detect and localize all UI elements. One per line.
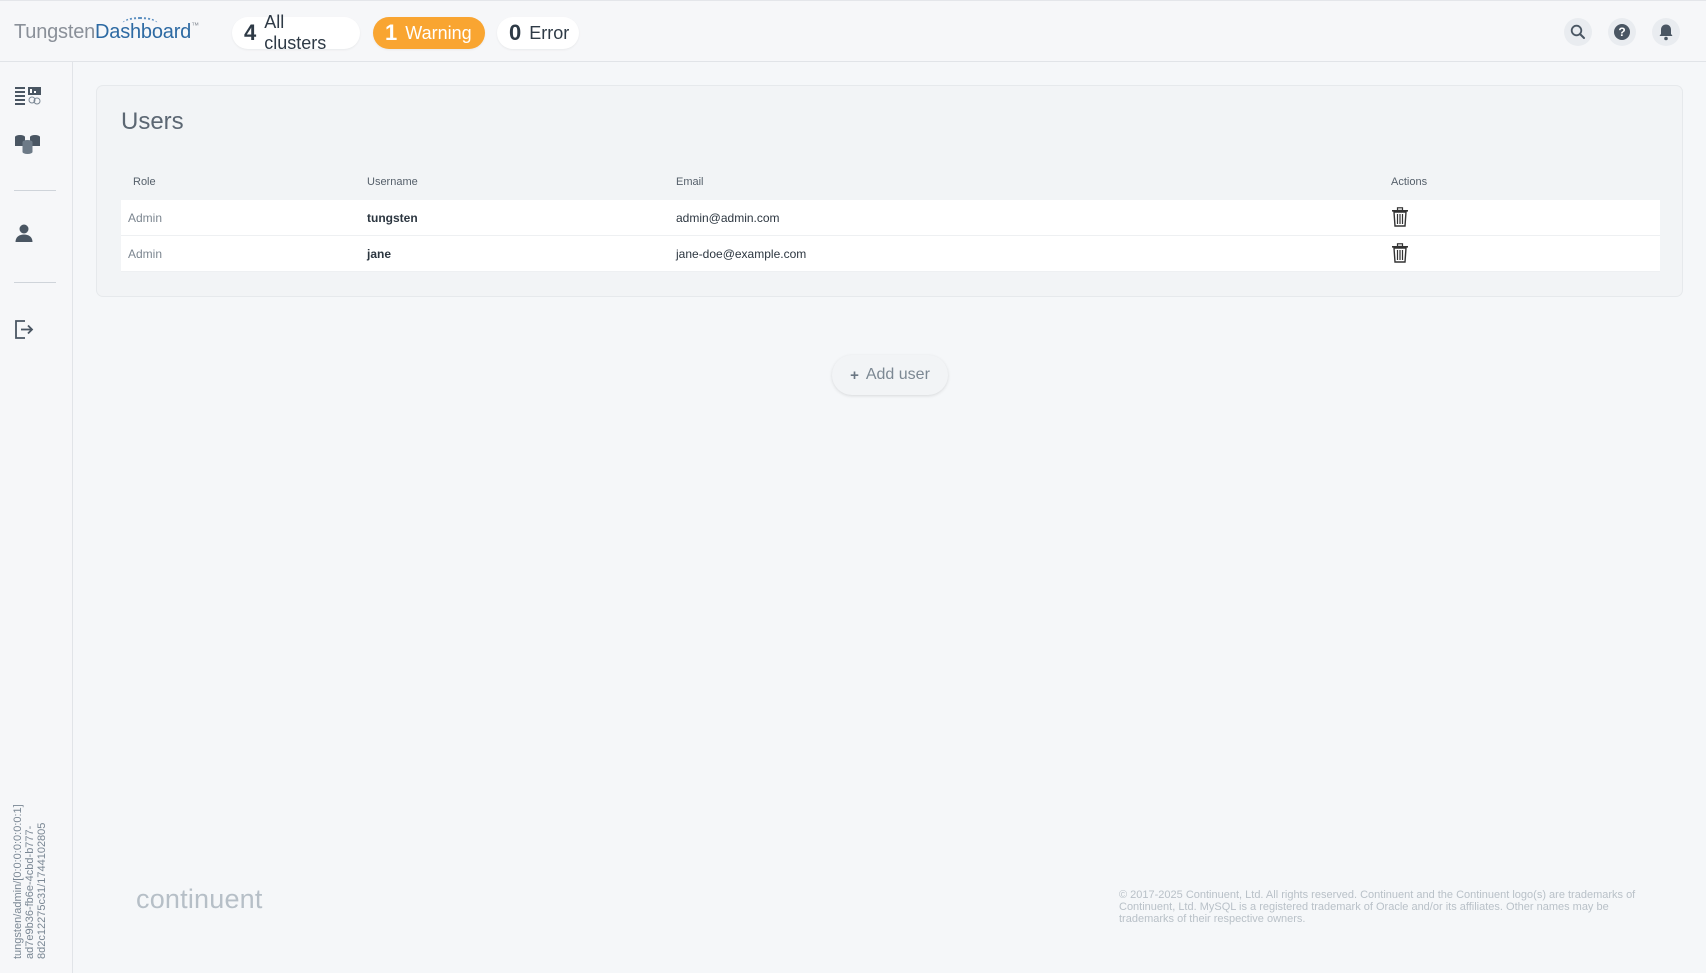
add-user-button[interactable]: + Add user bbox=[832, 355, 948, 395]
users-table: Role Username Email Actions Admin tungst… bbox=[121, 176, 1660, 272]
user-email: jane-doe@example.com bbox=[676, 247, 807, 261]
user-username: tungsten bbox=[367, 211, 418, 225]
top-header: TungstenDashboard™ 4 All clusters 1 Warn… bbox=[0, 0, 1706, 62]
users-card: Users Role Username Email Actions Admin … bbox=[97, 86, 1682, 296]
svg-text:?: ? bbox=[1618, 25, 1625, 39]
error-filter[interactable]: 0 Error bbox=[497, 17, 579, 49]
column-header-actions: Actions bbox=[1391, 176, 1428, 188]
clusters-icon bbox=[15, 135, 40, 154]
table-header: Role Username Email Actions bbox=[121, 176, 1660, 200]
warning-label: Warning bbox=[405, 22, 472, 43]
user-email: admin@admin.com bbox=[676, 211, 780, 225]
delete-user-trash-icon[interactable] bbox=[1391, 243, 1409, 263]
logo-text-tungsten: Tungsten bbox=[14, 21, 96, 43]
sidebar: tungsten/admin/[0:0:0:0:0:0:0:1] ad7e9b3… bbox=[0, 62, 73, 973]
sidebar-divider bbox=[14, 190, 56, 191]
dashboard-overview-icon bbox=[15, 87, 41, 105]
add-user-label: Add user bbox=[865, 366, 930, 383]
user-role: Admin bbox=[128, 211, 163, 225]
user-icon bbox=[15, 224, 33, 242]
copyright-text: © 2017-2025 Continuent, Ltd. All rights … bbox=[1119, 889, 1636, 925]
all-clusters-label: All clusters bbox=[264, 12, 327, 53]
help-button[interactable]: ? bbox=[1608, 18, 1636, 46]
logout-icon bbox=[15, 320, 34, 339]
table-row: Admin jane jane-doe@example.com bbox=[121, 236, 1660, 272]
search-button[interactable] bbox=[1564, 18, 1592, 46]
dashboard-overview-nav[interactable] bbox=[14, 84, 44, 114]
version-info: tungsten/admin/[0:0:0:0:0:0:0:1] ad7e9b3… bbox=[12, 804, 48, 959]
notifications-button[interactable] bbox=[1652, 18, 1680, 46]
sidebar-divider bbox=[14, 282, 56, 283]
error-count: 0 bbox=[509, 20, 522, 45]
help-icon: ? bbox=[1614, 24, 1630, 40]
column-header-email: Email bbox=[676, 176, 704, 188]
bell-icon bbox=[1659, 24, 1673, 41]
users-nav[interactable] bbox=[14, 222, 44, 252]
warning-filter[interactable]: 1 Warning bbox=[373, 17, 485, 49]
logo-trademark: ™ bbox=[191, 21, 199, 30]
error-label: Error bbox=[529, 22, 570, 43]
delete-user-trash-icon[interactable] bbox=[1391, 207, 1409, 227]
continuent-logo: continuent bbox=[136, 884, 263, 914]
logout-nav[interactable] bbox=[14, 318, 44, 348]
logo-arc bbox=[122, 17, 158, 31]
clusters-nav[interactable] bbox=[14, 132, 44, 162]
column-header-username: Username bbox=[367, 176, 418, 188]
all-clusters-count: 4 bbox=[244, 20, 257, 45]
user-role: Admin bbox=[128, 247, 163, 261]
plus-icon: + bbox=[850, 366, 859, 384]
column-header-role: Role bbox=[133, 176, 156, 188]
all-clusters-filter[interactable]: 4 All clusters bbox=[232, 12, 360, 53]
table-row: Admin tungsten admin@admin.com bbox=[121, 200, 1660, 236]
warning-count: 1 bbox=[385, 20, 398, 45]
tungsten-dashboard-logo[interactable]: TungstenDashboard™ bbox=[14, 17, 199, 51]
user-username: jane bbox=[367, 247, 392, 261]
page-title: Users bbox=[121, 108, 184, 135]
search-icon bbox=[1570, 24, 1585, 39]
